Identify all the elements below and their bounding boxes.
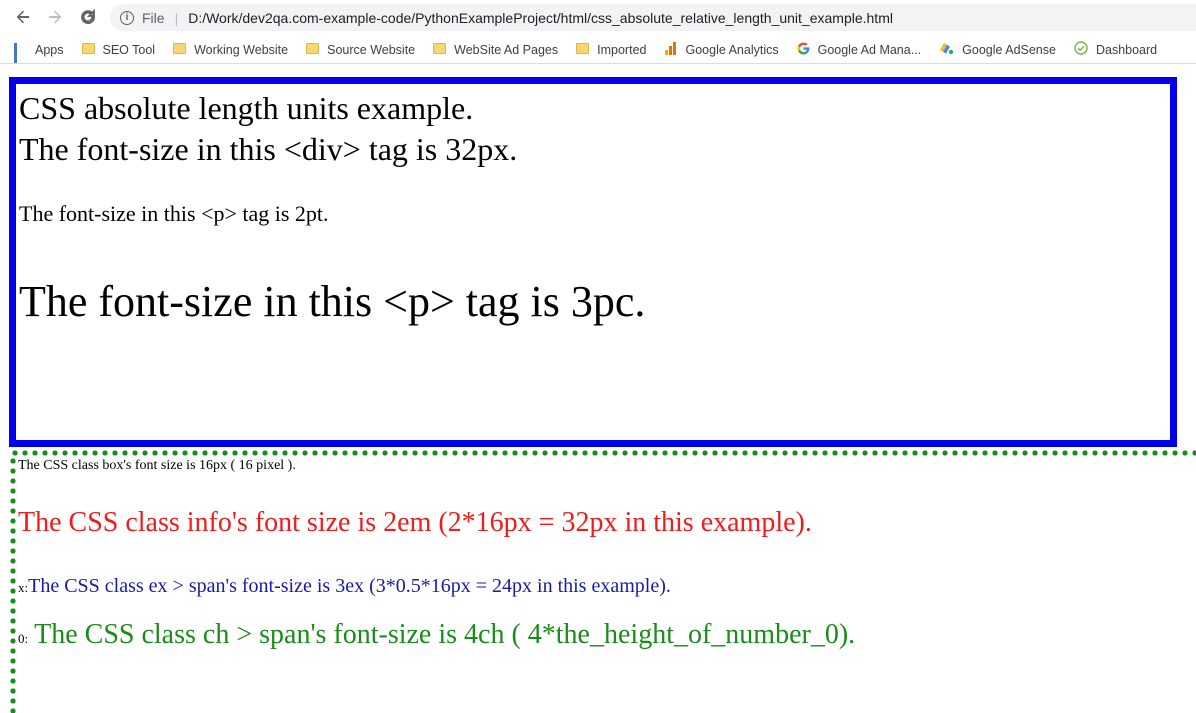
bookmark-label: Imported <box>597 42 647 57</box>
address-bar[interactable]: i File | D:/Work/dev2qa.com-example-code… <box>110 4 1196 31</box>
bookmark-label: WebSite Ad Pages <box>454 42 559 57</box>
bookmark-website-ad-pages[interactable]: WebSite Ad Pages <box>433 43 558 57</box>
bookmark-label: Apps <box>35 42 64 57</box>
class-ex-line: x:The CSS class ex > span's font-size is… <box>18 575 671 598</box>
bookmark-google-analytics[interactable]: Google Analytics <box>664 41 779 58</box>
forward-arrow-icon[interactable] <box>44 6 66 28</box>
ex-prefix: x: <box>18 580 29 595</box>
bookmark-working-website[interactable]: Working Website <box>173 43 288 57</box>
ch-prefix: 0: <box>18 631 29 646</box>
bookmark-google-ad-manager[interactable]: Google Ad Mana... <box>797 42 922 58</box>
class-ex-text: The CSS class ex > span's font-size is 3… <box>28 575 671 597</box>
page-content: CSS absolute length units example. The f… <box>0 67 1196 713</box>
url-separator: | <box>174 9 179 26</box>
box-heading: CSS absolute length units example. <box>19 90 474 126</box>
bookmark-apps[interactable]: Apps <box>14 42 64 63</box>
bookmark-imported[interactable]: Imported <box>576 43 646 57</box>
folder-icon <box>81 43 95 54</box>
dotted-border-top <box>10 450 1196 456</box>
class-box-text: The CSS class box's font size is 16px ( … <box>18 458 296 473</box>
bookmark-google-adsense[interactable]: Google AdSense <box>939 42 1056 58</box>
browser-toolbar: i File | D:/Work/dev2qa.com-example-code… <box>0 0 1196 35</box>
bookmark-label: Google Ad Mana... <box>817 42 922 57</box>
bookmark-label: Source Website <box>327 42 416 57</box>
dotted-border-left <box>10 456 16 713</box>
blue-bordered-div: CSS absolute length units example. The f… <box>9 77 1177 447</box>
back-arrow-icon[interactable] <box>12 6 34 28</box>
bookmark-source-website[interactable]: Source Website <box>306 43 415 57</box>
class-info-text: The CSS class info's font size is 2em (2… <box>18 507 812 538</box>
folder-icon <box>576 43 590 54</box>
url-scheme: File <box>142 9 165 26</box>
reload-icon[interactable] <box>77 6 99 28</box>
analytics-icon <box>664 41 677 58</box>
url-text[interactable]: D:/Work/dev2qa.com-example-code/PythonEx… <box>188 10 893 26</box>
bookmark-label: Google AdSense <box>962 42 1056 57</box>
class-ch-line: 0: The CSS class ch > span's font-size is… <box>18 619 855 651</box>
class-ch-text: The CSS class ch > span's font-size is 4… <box>34 619 856 650</box>
bookmark-label: Google Analytics <box>685 42 779 57</box>
dashboard-icon <box>1074 41 1088 58</box>
folder-icon <box>173 43 187 54</box>
apps-grid-icon <box>14 43 27 63</box>
p-2pt-text: The font-size in this <p> tag is 2pt. <box>19 201 329 226</box>
bookmark-label: SEO Tool <box>102 42 156 57</box>
bookmark-label: Working Website <box>194 42 289 57</box>
bookmark-seo-tool[interactable]: SEO Tool <box>81 42 156 57</box>
folder-icon <box>306 43 320 54</box>
bookmarks-bar: Apps SEO Tool Working Website Source Web… <box>0 36 1196 64</box>
adsense-icon <box>939 42 954 58</box>
site-info-icon[interactable]: i <box>120 10 134 25</box>
folder-icon <box>433 43 447 54</box>
bookmark-dashboard[interactable]: Dashboard <box>1074 41 1157 58</box>
google-g-icon <box>797 42 810 58</box>
p-3pc-text: The font-size in this <p> tag is 3pc. <box>19 277 646 326</box>
bookmark-label: Dashboard <box>1095 42 1158 57</box>
div-font-size-text: The font-size in this <div> tag is 32px. <box>19 131 518 167</box>
